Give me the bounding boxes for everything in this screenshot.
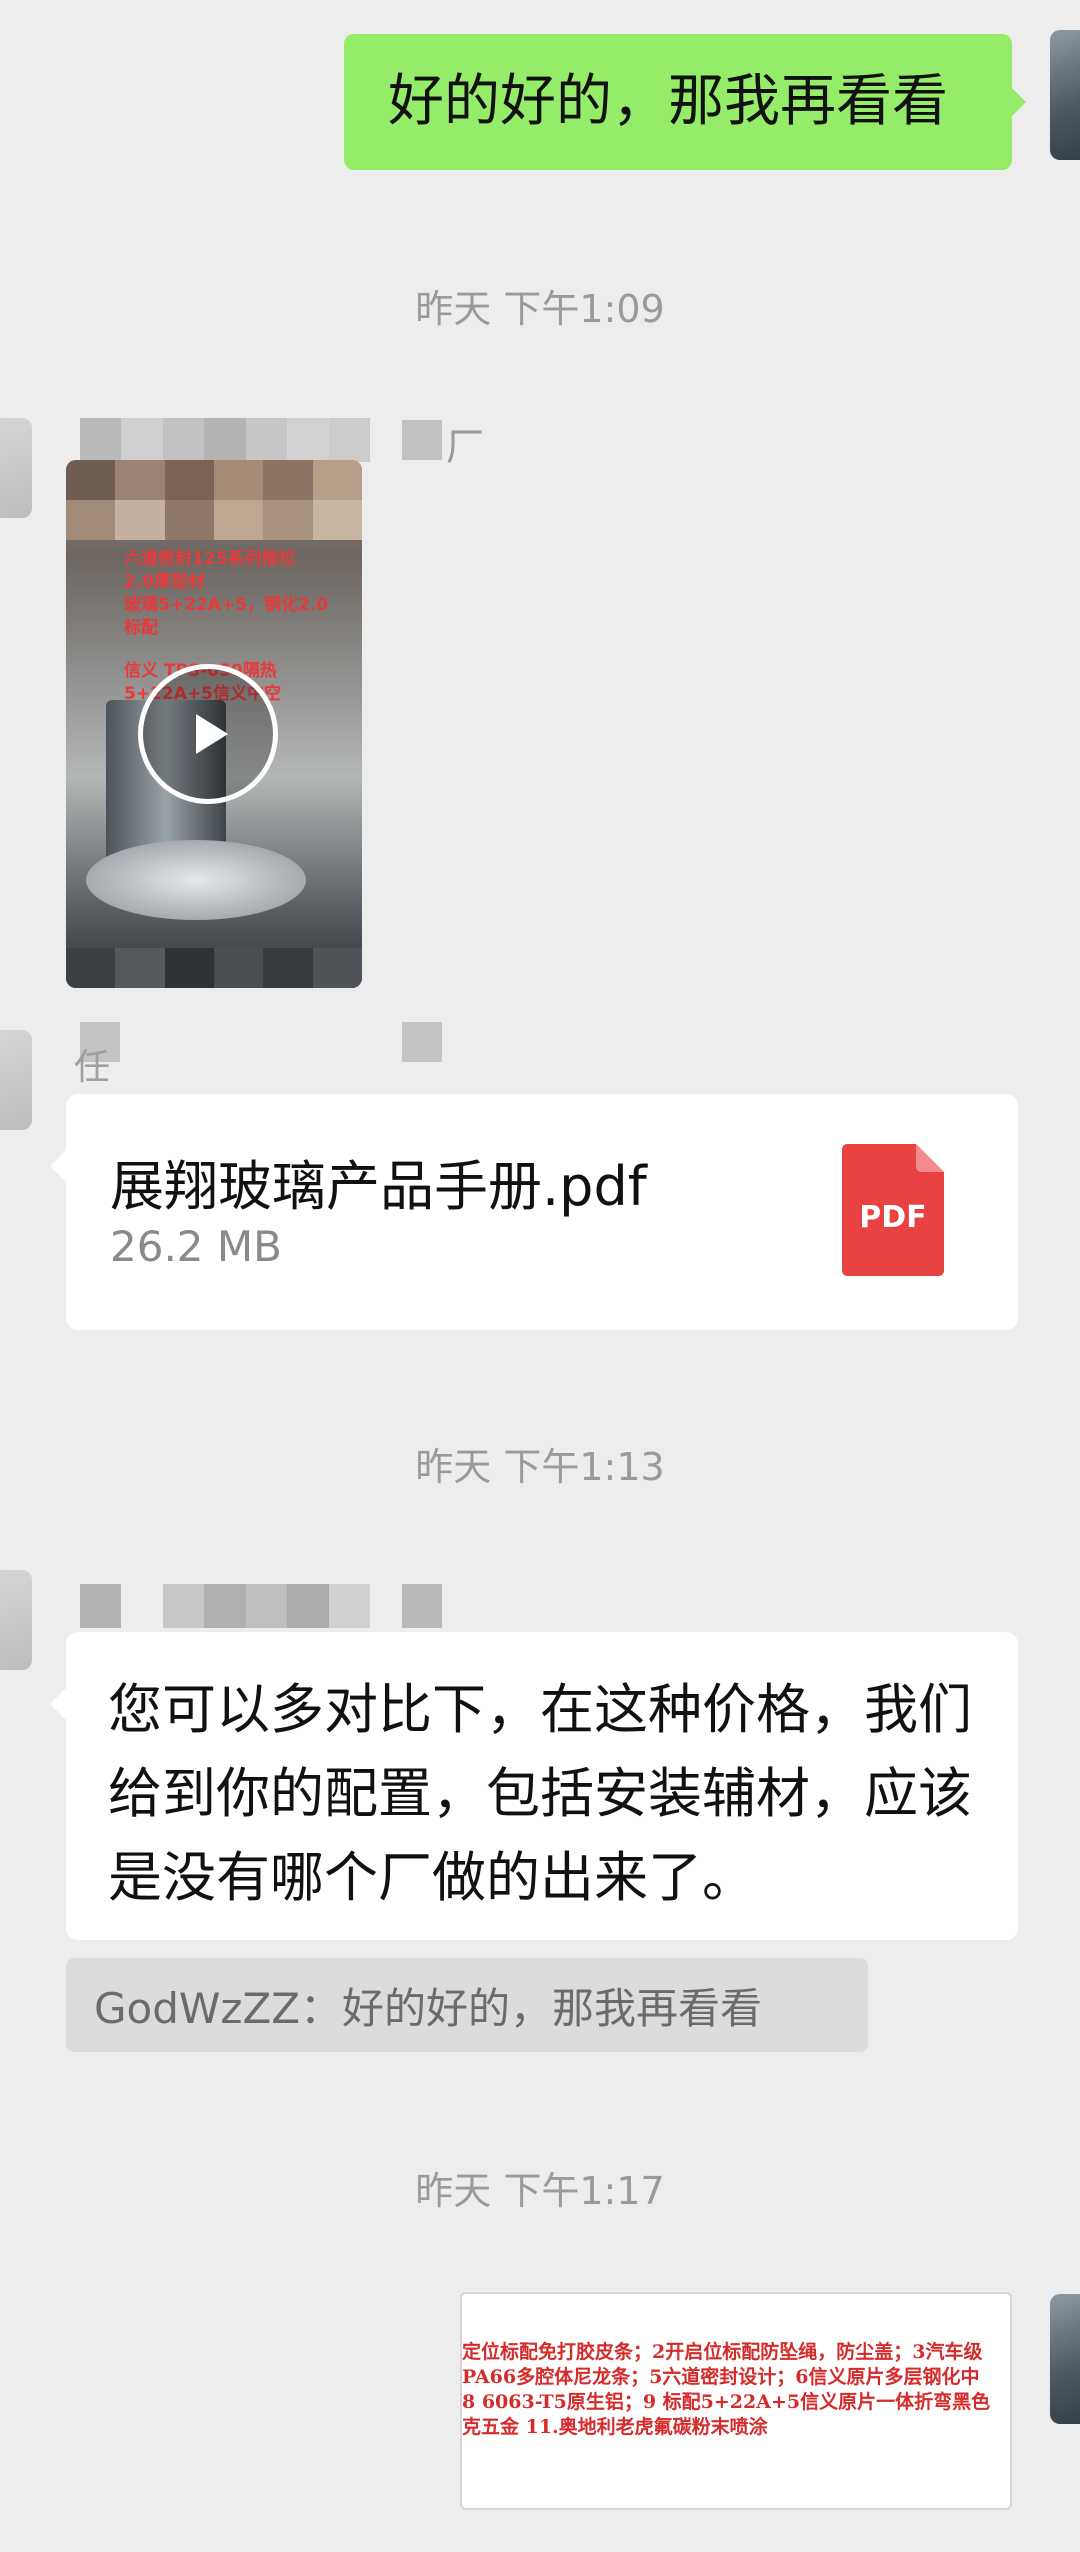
pdf-file-icon: PDF bbox=[842, 1144, 944, 1276]
sender-tag-text: 厂 bbox=[446, 425, 485, 469]
timestamp: 昨天 下午1:09 bbox=[415, 287, 665, 331]
self-avatar[interactable] bbox=[1050, 30, 1080, 160]
self-avatar[interactable] bbox=[1050, 2294, 1080, 2424]
file-size: 26.2 MB bbox=[110, 1222, 282, 1271]
timestamp: 昨天 下午1:13 bbox=[415, 1445, 665, 1489]
sender-tag-blur bbox=[402, 420, 442, 460]
play-button[interactable] bbox=[138, 664, 278, 804]
contact-avatar[interactable] bbox=[0, 1030, 32, 1130]
sent-message-text: 好的好的，那我再看看 bbox=[388, 69, 948, 134]
contact-avatar[interactable] bbox=[0, 418, 32, 518]
sent-message-bubble[interactable]: 好的好的，那我再看看 bbox=[344, 34, 1012, 170]
file-name: 展翔玻璃产品手册.pdf bbox=[110, 1155, 647, 1218]
sender-name bbox=[80, 1584, 370, 1628]
product-display-base bbox=[86, 840, 306, 920]
video-thumbnail-mosaic bbox=[66, 460, 362, 540]
sender-name bbox=[80, 418, 370, 462]
quoted-message-text: GodWzZZ：好的好的，那我再看看 bbox=[94, 1983, 763, 2033]
sent-image-caption: 定位标配免打胶皮条；2开启位标配防坠绳，防尘盖；3汽车级 PA66多腔体尼龙条；… bbox=[462, 2341, 991, 2438]
received-message-text: 您可以多对比下，在这种价格，我们给到你的配置，包括安装辅材，应该是没有哪个厂做的… bbox=[108, 1678, 972, 1909]
sent-image-message[interactable]: 定位标配免打胶皮条；2开启位标配防坠绳，防尘盖；3汽车级 PA66多腔体尼龙条；… bbox=[460, 2292, 1012, 2510]
timestamp: 昨天 下午1:17 bbox=[415, 2169, 665, 2213]
received-message-bubble[interactable]: 您可以多对比下，在这种价格，我们给到你的配置，包括安装辅材，应该是没有哪个厂做的… bbox=[50, 1632, 1018, 1940]
video-bottom-mosaic bbox=[66, 948, 362, 988]
contact-avatar[interactable] bbox=[0, 1570, 32, 1670]
file-message[interactable]: 展翔玻璃产品手册.pdf 26.2 MB PDF bbox=[50, 1094, 1018, 1330]
sender-tag-blur bbox=[402, 1022, 442, 1062]
quoted-message[interactable]: GodWzZZ：好的好的，那我再看看 bbox=[66, 1958, 868, 2052]
sender-name-text: 任 bbox=[74, 1047, 111, 1088]
video-message[interactable]: 六道密封125系列推拉 2.0厚型材 玻璃5+22A+5，钢化2.0 标配 信义… bbox=[66, 460, 362, 988]
pdf-badge-label: PDF bbox=[859, 1200, 927, 1235]
sender-tag-blur bbox=[402, 1584, 442, 1628]
play-icon bbox=[196, 714, 228, 754]
